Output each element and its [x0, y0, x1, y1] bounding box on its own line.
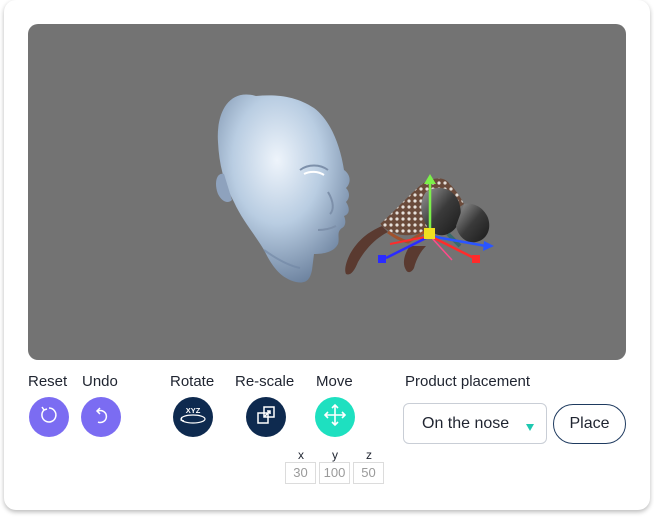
- place-button[interactable]: Place: [553, 404, 626, 444]
- undo-icon: [89, 403, 113, 432]
- caret-down-icon: [525, 419, 535, 437]
- sunglasses-model: [345, 178, 490, 275]
- head-model: [216, 94, 350, 283]
- rotate-ccw-icon: [37, 403, 61, 432]
- z-coordinate-field[interactable]: 50: [353, 462, 384, 484]
- 3d-viewport[interactable]: [28, 24, 626, 360]
- undo-button[interactable]: [81, 397, 121, 437]
- reset-label: Reset: [28, 373, 68, 390]
- rescale-icon: [254, 403, 278, 432]
- placement-select[interactable]: On the nose: [403, 403, 547, 444]
- y-axis-label: y: [332, 448, 338, 462]
- move-button[interactable]: [315, 397, 355, 437]
- x-coordinate-field[interactable]: 30: [285, 462, 316, 484]
- rotate-label: Rotate: [170, 373, 215, 390]
- y-coordinate-field[interactable]: 100: [319, 462, 350, 484]
- move-arrows-icon: [322, 402, 348, 433]
- rotate-xyz-icon: XYZ: [177, 401, 209, 434]
- placement-select-value: On the nose: [422, 414, 510, 432]
- rotate-button[interactable]: XYZ: [173, 397, 213, 437]
- move-label: Move: [316, 373, 353, 390]
- svg-text:XYZ: XYZ: [186, 406, 201, 415]
- z-axis-label: z: [366, 448, 372, 462]
- scene-graphic: [216, 94, 494, 283]
- x-axis-label: x: [298, 448, 304, 462]
- rescale-button[interactable]: [246, 397, 286, 437]
- product-placement-label: Product placement: [405, 373, 531, 390]
- undo-label: Undo: [82, 373, 118, 390]
- reset-button[interactable]: [29, 397, 69, 437]
- rescale-label: Re-scale: [235, 373, 295, 390]
